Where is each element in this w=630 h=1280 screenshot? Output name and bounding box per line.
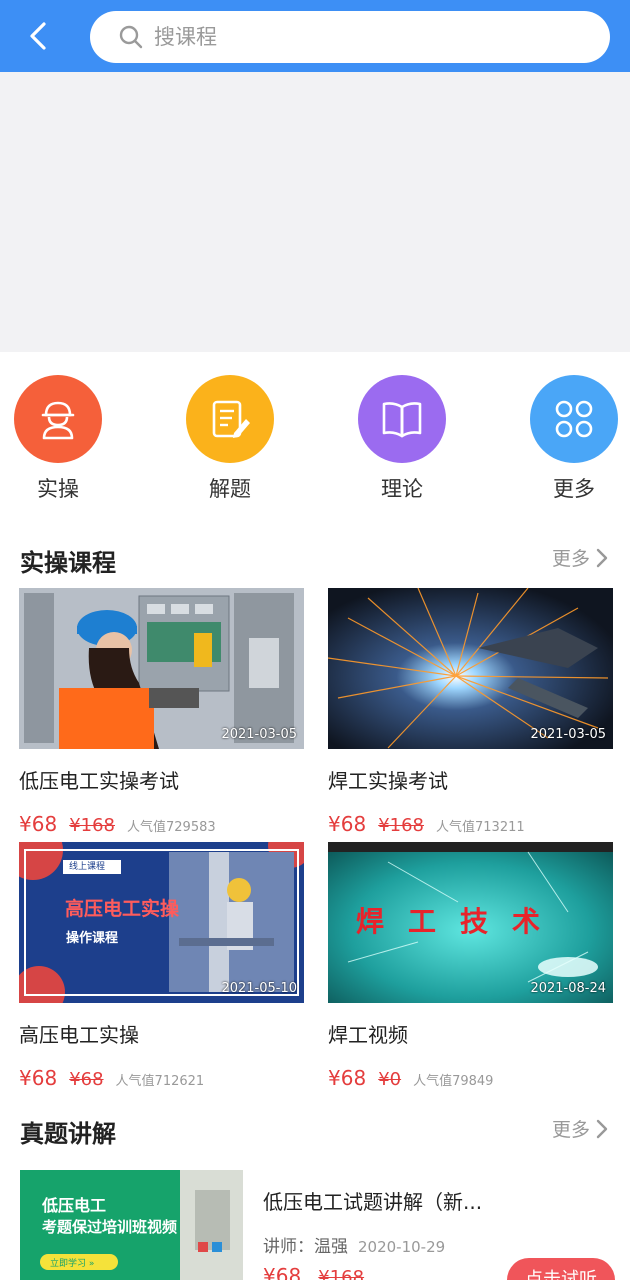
course-thumbnail: 2021-03-05 — [328, 588, 613, 749]
course-popularity: 人气值713211 — [436, 820, 525, 835]
course-date: 2021-03-05 — [221, 727, 297, 742]
edit-document-icon — [186, 375, 274, 463]
lecture-date: 2020-10-29 — [358, 1238, 446, 1256]
course-old-price: ¥168 — [69, 815, 115, 836]
thumb-title: 焊工技术 — [356, 905, 565, 938]
category-solve[interactable]: 解题 — [185, 375, 275, 503]
section-title-practice: 实操课程 — [20, 549, 116, 577]
course-date: 2021-08-24 — [530, 981, 606, 996]
course-thumbnail: 线上课程 高压电工实操 操作课程 2021-05-10 — [19, 842, 304, 1003]
course-price: ¥68 — [19, 1066, 58, 1090]
price-row: ¥68 ¥168 人气值729583 — [19, 812, 304, 836]
search-input[interactable] — [154, 19, 584, 55]
category-practice[interactable]: 实操 — [13, 375, 103, 503]
practice-more-link[interactable]: 更多 — [552, 544, 608, 571]
course-old-price: ¥68 — [69, 1069, 104, 1090]
course-old-price: ¥168 — [378, 815, 424, 836]
course-title: 高压电工实操 — [19, 1023, 139, 1047]
course-date: 2021-05-10 — [221, 981, 297, 996]
course-card[interactable]: 线上课程 高压电工实操 操作课程 2021-05-10 高压电工实操 ¥68 ¥… — [19, 842, 304, 1090]
lecture-old-price: ¥168 — [318, 1267, 365, 1280]
chevron-left-icon — [30, 22, 46, 50]
chevron-right-icon — [596, 548, 608, 567]
category-label: 解题 — [209, 477, 251, 501]
thumb-subtitle: 操作课程 — [66, 931, 119, 946]
more-label: 更多 — [551, 1119, 590, 1141]
course-price: ¥68 — [328, 1066, 367, 1090]
course-title: 焊工实操考试 — [328, 769, 448, 793]
chevron-right-icon — [596, 1119, 608, 1138]
search-box[interactable] — [90, 11, 610, 63]
category-theory[interactable]: 理论 — [357, 375, 447, 503]
top-bar — [0, 0, 630, 72]
category-label: 理论 — [381, 477, 423, 501]
back-button[interactable] — [22, 18, 58, 54]
worker-icon — [14, 375, 102, 463]
lecturer-name: 讲师：温强 — [263, 1237, 348, 1257]
lecture-thumbnail: 低压电工 考题保过培训班视频 立即学习 » — [20, 1170, 243, 1280]
thumb-title: 低压电工 — [42, 1196, 107, 1215]
trial-listen-button[interactable]: 点击试听 — [507, 1258, 615, 1280]
thumb-tag: 线上课程 — [69, 862, 106, 872]
course-popularity: 人气值79849 — [413, 1074, 494, 1089]
lecture-price: ¥68 — [263, 1264, 302, 1280]
course-card[interactable]: 焊工技术 2021-08-24 焊工视频 ¥68 ¥0 人气值79849 — [328, 842, 613, 1090]
price-row: ¥68 ¥0 人气值79849 — [328, 1066, 613, 1090]
course-popularity: 人气值729583 — [127, 820, 216, 835]
course-card[interactable]: 2021-03-05 焊工实操考试 ¥68 ¥168 人气值713211 — [328, 588, 613, 836]
search-icon — [119, 25, 143, 49]
course-title: 低压电工实操考试 — [19, 769, 179, 793]
category-label: 实操 — [37, 477, 79, 501]
course-thumbnail: 2021-03-05 — [19, 588, 304, 749]
book-icon — [358, 375, 446, 463]
lecture-item[interactable]: 低压电工 考题保过培训班视频 立即学习 » 低压电工试题讲解（新... 讲师：温… — [20, 1170, 615, 1280]
exam-more-link[interactable]: 更多 — [552, 1115, 608, 1142]
thumb-study-button: 立即学习 » — [50, 1259, 95, 1269]
lecture-title: 低压电工试题讲解（新... — [263, 1190, 483, 1214]
course-old-price: ¥0 — [378, 1069, 402, 1090]
price-row: ¥68 ¥168 — [263, 1264, 364, 1280]
course-thumbnail: 焊工技术 2021-08-24 — [328, 842, 613, 1003]
thumb-subtitle: 考题保过培训班视频 — [42, 1218, 178, 1236]
section-title-exam: 真题讲解 — [20, 1120, 116, 1148]
course-card[interactable]: 2021-03-05 低压电工实操考试 ¥68 ¥168 人气值729583 — [19, 588, 304, 836]
course-price: ¥68 — [328, 812, 367, 836]
price-row: ¥68 ¥68 人气值712621 — [19, 1066, 304, 1090]
course-date: 2021-03-05 — [530, 727, 606, 742]
thumb-title: 高压电工实操 — [65, 898, 180, 920]
grid-more-icon — [530, 375, 618, 463]
price-row: ¥68 ¥168 人气值713211 — [328, 812, 613, 836]
category-more[interactable]: 更多 — [529, 375, 619, 503]
course-popularity: 人气值712621 — [115, 1074, 205, 1089]
lecture-meta: 讲师：温强 2020-10-29 — [263, 1232, 445, 1257]
more-label: 更多 — [551, 548, 590, 570]
banner-carousel[interactable] — [0, 72, 630, 352]
course-title: 焊工视频 — [328, 1023, 408, 1047]
category-label: 更多 — [553, 477, 595, 501]
course-price: ¥68 — [19, 812, 58, 836]
